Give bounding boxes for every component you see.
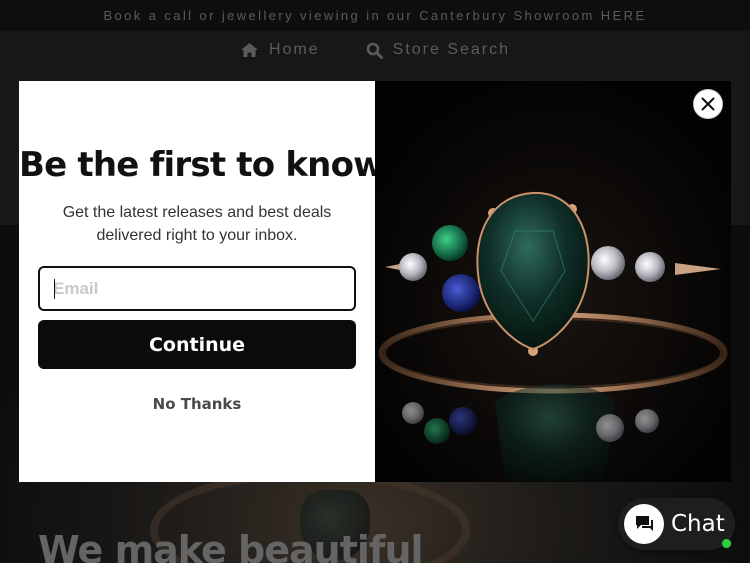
newsletter-popup: Be the first to know Get the latest rele…: [19, 81, 731, 482]
no-thanks-link[interactable]: No Thanks: [19, 395, 375, 413]
chat-button[interactable]: Chat: [618, 498, 735, 550]
email-field-wrapper: [38, 266, 356, 311]
ring-illustration: [375, 81, 731, 482]
chat-bubble-icon: [624, 504, 664, 544]
popup-headline: Be the first to know: [19, 145, 385, 185]
email-field[interactable]: [40, 268, 354, 309]
emerald-ring-photo: [375, 81, 731, 482]
continue-button[interactable]: Continue: [38, 320, 356, 369]
chat-label: Chat: [671, 511, 725, 537]
online-status-dot: [721, 538, 732, 549]
popup-subtitle: Get the latest releases and best deals d…: [62, 204, 332, 244]
text-cursor: [54, 279, 55, 299]
close-icon: [701, 97, 715, 111]
close-button[interactable]: [693, 89, 723, 119]
popup-form-panel: Be the first to know Get the latest rele…: [19, 81, 385, 482]
